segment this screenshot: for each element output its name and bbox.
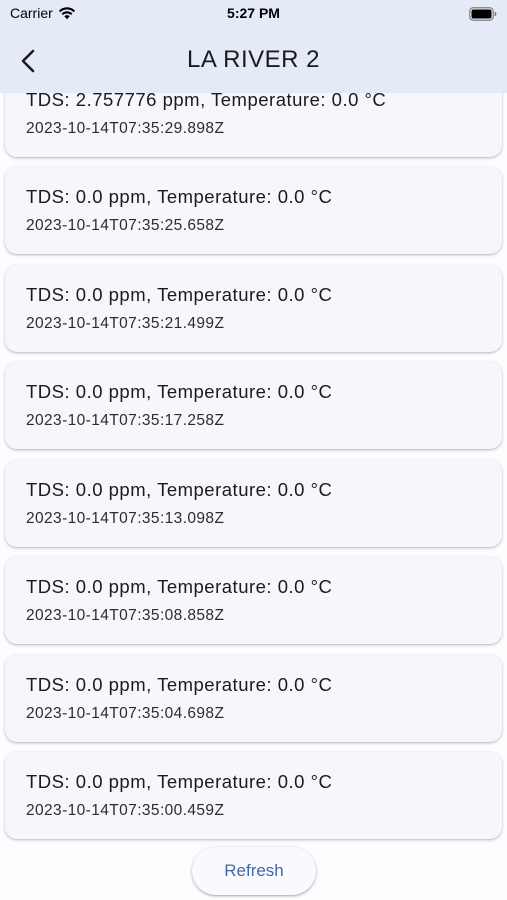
battery-icon xyxy=(469,7,497,21)
reading-title: TDS: 0.0 ppm, Temperature: 0.0 °C xyxy=(26,381,333,402)
reading-timestamp: 2023-10-14T07:35:13.098Z xyxy=(26,510,225,527)
readings-list[interactable]: TDS: 2.757776 ppm, Temperature: 0.0 °C 2… xyxy=(0,60,507,845)
reading-timestamp: 2023-10-14T07:35:08.858Z xyxy=(26,607,225,624)
reading-card[interactable]: TDS: 0.0 ppm, Temperature: 0.0 °C 2023-1… xyxy=(5,655,502,742)
reading-card[interactable]: TDS: 0.0 ppm, Temperature: 0.0 °C 2023-1… xyxy=(5,265,502,352)
page-title: LA RIVER 2 xyxy=(186,46,321,73)
reading-timestamp: 2023-10-14T07:35:25.658Z xyxy=(26,217,225,234)
reading-card[interactable]: TDS: 0.0 ppm, Temperature: 0.0 °C 2023-1… xyxy=(5,557,502,644)
reading-card[interactable]: TDS: 0.0 ppm, Temperature: 0.0 °C 2023-1… xyxy=(5,362,502,449)
reading-title: TDS: 0.0 ppm, Temperature: 0.0 °C xyxy=(26,479,333,500)
reading-card[interactable]: TDS: 0.0 ppm, Temperature: 0.0 °C 2023-1… xyxy=(5,752,502,839)
reading-timestamp: 2023-10-14T07:35:00.459Z xyxy=(26,802,225,819)
status-bar: Carrier 5:27 PM xyxy=(0,0,507,30)
reading-card[interactable]: TDS: 0.0 ppm, Temperature: 0.0 °C 2023-1… xyxy=(5,460,502,547)
refresh-button[interactable]: Refresh xyxy=(192,847,316,895)
reading-title: TDS: 0.0 ppm, Temperature: 0.0 °C xyxy=(26,186,333,207)
reading-title: TDS: 0.0 ppm, Temperature: 0.0 °C xyxy=(26,576,333,597)
bottom-action-area: Refresh xyxy=(0,845,507,900)
app-bar: LA RIVER 2 xyxy=(0,30,507,93)
status-time: 5:27 PM xyxy=(227,5,280,21)
reading-timestamp: 2023-10-14T07:35:29.898Z xyxy=(26,120,225,137)
reading-timestamp: 2023-10-14T07:35:04.698Z xyxy=(26,705,225,722)
reading-title: TDS: 0.0 ppm, Temperature: 0.0 °C xyxy=(26,284,333,305)
reading-title: TDS: 0.0 ppm, Temperature: 0.0 °C xyxy=(26,771,333,792)
reading-timestamp: 2023-10-14T07:35:21.499Z xyxy=(26,315,225,332)
reading-card[interactable]: TDS: 0.0 ppm, Temperature: 0.0 °C 2023-1… xyxy=(5,167,502,254)
reading-timestamp: 2023-10-14T07:35:17.258Z xyxy=(26,412,225,429)
reading-title: TDS: 0.0 ppm, Temperature: 0.0 °C xyxy=(26,674,333,695)
